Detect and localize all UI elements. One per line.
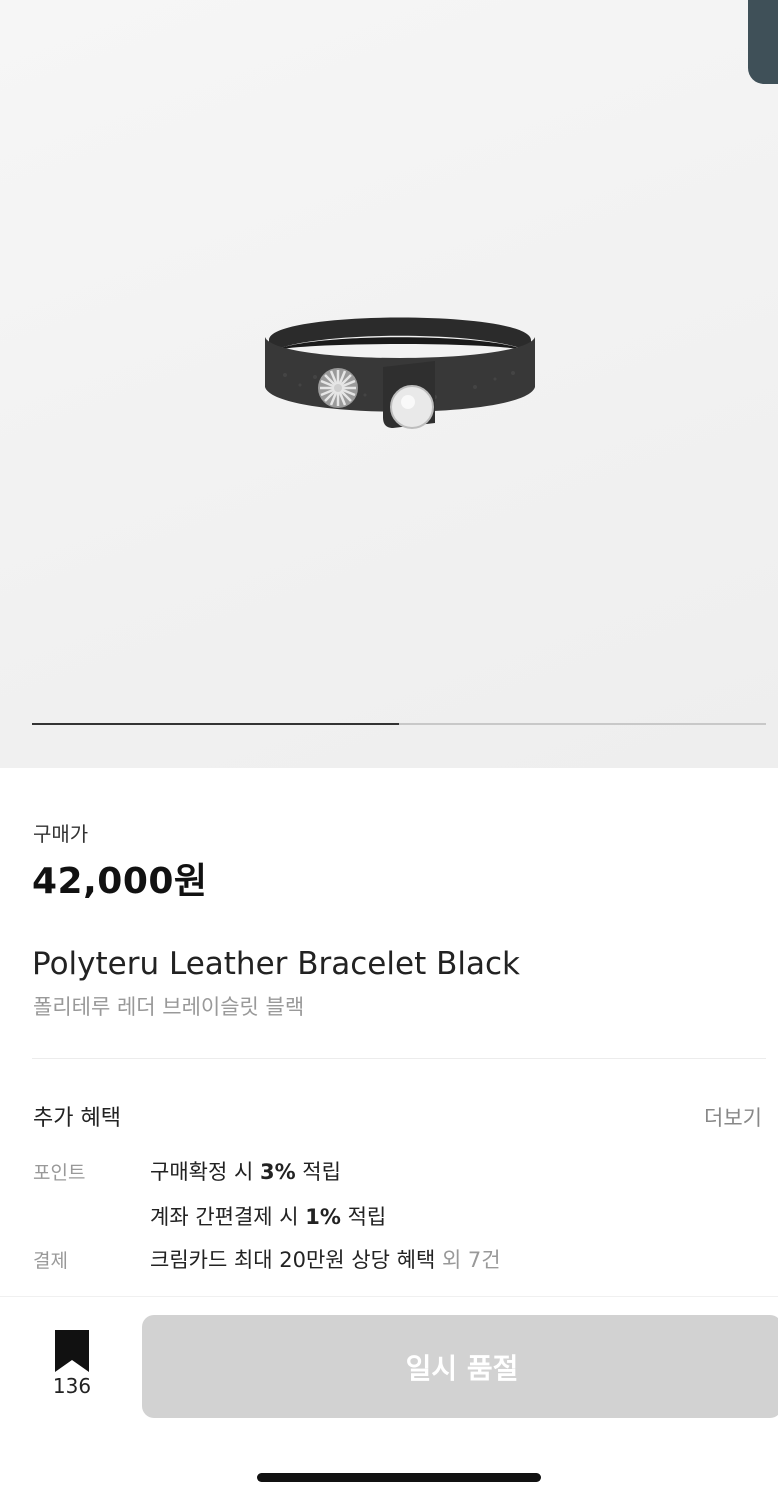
- gallery-progress-bar: [32, 723, 766, 725]
- home-indicator: [257, 1473, 541, 1482]
- gallery-progress-fill: [32, 723, 399, 725]
- product-image: [265, 317, 535, 429]
- floating-tab[interactable]: [748, 0, 778, 84]
- benefit-payment-extra: 외 7건: [435, 1248, 501, 1272]
- benefits-title: 추가 혜택: [33, 1106, 121, 1131]
- product-name-english: Polyteru Leather Bracelet Black: [32, 946, 520, 982]
- price-label: 구매가: [33, 822, 89, 846]
- section-divider: [32, 1058, 766, 1059]
- sold-out-button[interactable]: 일시 품절: [142, 1315, 778, 1418]
- bookmark-filled-icon: [55, 1330, 89, 1372]
- benefit-payment-label: 결제: [33, 1250, 68, 1272]
- benefit-point-label: 포인트: [33, 1162, 86, 1184]
- benefit-point-line-1: 구매확정 시 3% 적립: [150, 1160, 341, 1184]
- benefit-point-line-2: 계좌 간편결제 시 1% 적립: [150, 1205, 387, 1229]
- benefit-payment-line: 크림카드 최대 20만원 상당 혜택 외 7건: [150, 1248, 501, 1272]
- sold-out-button-label: 일시 품절: [405, 1351, 519, 1385]
- price-value: 42,000원: [32, 861, 208, 902]
- bookmark-button[interactable]: 136: [50, 1330, 94, 1402]
- benefits-more-link[interactable]: 더보기: [704, 1102, 762, 1132]
- product-image-gallery[interactable]: [0, 0, 778, 768]
- bookmark-count: 136: [52, 1374, 92, 1398]
- bottom-bar-divider: [0, 1296, 778, 1297]
- product-name-korean: 폴리테루 레더 브레이슬릿 블랙: [33, 995, 305, 1019]
